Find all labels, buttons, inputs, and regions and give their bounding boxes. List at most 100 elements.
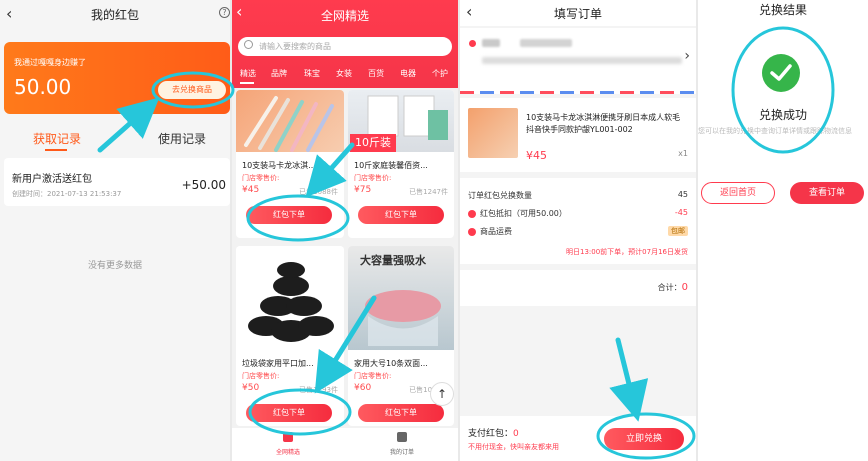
red-packet-panel: ‹ 我的红包 ? 我通过嘎嘎身边赚了 50.00 去兑换商品 获取记录 使用记录…: [0, 0, 230, 461]
tab-personal-care[interactable]: 个护: [432, 68, 448, 79]
tab-jewelry[interactable]: 珠宝: [304, 68, 320, 79]
price-label: 门店零售价:: [354, 372, 392, 380]
search-placeholder: 请输入要搜索的商品: [259, 42, 331, 51]
chevron-right-icon: ›: [684, 48, 690, 64]
shipping-note: 明日13:00前下单，预计07月16日发货: [566, 248, 688, 256]
tab-indicator: [45, 149, 67, 151]
page-title: 兑换结果: [758, 3, 807, 17]
nav-featured[interactable]: 全网精选: [258, 432, 318, 456]
record-tabs: 获取记录 使用记录: [0, 126, 230, 152]
page-title: 全网精选: [320, 9, 369, 23]
search-input[interactable]: 请输入要搜索的商品: [238, 37, 452, 56]
summary-row: 红包抵扣（可用50.00） -45: [468, 208, 688, 219]
product-name: 家用大号10条双面...: [354, 359, 428, 368]
price-label: 门店零售价:: [354, 174, 392, 182]
sold-count: 已售1088件: [299, 188, 338, 196]
checkout-bar: 支付红包：0 不用付现金，快叫亲友都来用 立即兑换: [460, 416, 696, 461]
summary-label: 商品运费: [480, 227, 512, 236]
product-list-panel: ‹ 全网精选 请输入要搜索的商品 精选 品牌 珠宝 女装 百货 电器 个护 10…: [232, 0, 458, 461]
summary-label: 红包抵扣（可用50.00）: [480, 209, 567, 218]
product-name: 10支装马卡龙冰淇淋便携牙刷日本成人软毛抖音快手同款护龈YL001-002: [526, 113, 681, 134]
checkmark-icon: [762, 54, 800, 92]
redeem-goods-button[interactable]: 去兑换商品: [158, 81, 226, 99]
pay-label: 支付红包：: [468, 429, 514, 439]
summary-label: 订单红包兑换数量: [468, 191, 532, 200]
total-label: 合计：: [657, 283, 682, 292]
address-block[interactable]: ›: [460, 28, 696, 92]
pay-amount: 支付红包：0: [468, 426, 519, 439]
summary-value: 45: [677, 190, 688, 199]
tab-usage-records[interactable]: 使用记录: [158, 130, 206, 147]
blurred-address: [482, 57, 682, 64]
free-shipping-badge: 包邮: [668, 226, 688, 236]
back-home-button[interactable]: 返回首页: [701, 182, 775, 204]
pay-note: 不用付现金，快叫亲友都来用: [468, 443, 559, 451]
nav-label: 全网精选: [275, 449, 300, 456]
search-icon: [244, 40, 253, 49]
product-thumbnail: [468, 108, 518, 158]
banner-text: 大容量强吸水: [360, 254, 426, 267]
product-price: ¥45: [526, 149, 547, 162]
bottom-nav: 全网精选 我的订单: [232, 428, 458, 461]
balance-card: 我通过嘎嘎身边赚了 50.00: [4, 42, 230, 114]
product-price: ¥45: [242, 185, 260, 195]
tab-womenswear[interactable]: 女装: [336, 68, 352, 79]
scroll-to-top-button[interactable]: ↑: [430, 382, 454, 406]
toothbrush-image: [236, 90, 344, 152]
category-tabs: 精选 品牌 珠宝 女装 百货 电器 个护: [232, 68, 458, 84]
no-more-data: 没有更多数据: [87, 261, 142, 271]
tab-general-goods[interactable]: 百货: [368, 68, 384, 79]
badge-10-jin: 10斤装: [350, 134, 396, 152]
tab-appliances[interactable]: 电器: [400, 68, 416, 79]
red-packet-order-button[interactable]: 红包下单: [358, 206, 444, 224]
sold-count: 已售1293件: [299, 386, 338, 394]
product-price: ¥75: [354, 185, 372, 195]
total-value: 0: [681, 282, 688, 293]
view-order-button[interactable]: 查看订单: [790, 182, 864, 204]
hint-text: 您可以在我的兑换中查询订单详情或跟踪物流信息: [698, 127, 852, 135]
blurred-phone: [520, 39, 572, 47]
tab-brand[interactable]: 品牌: [271, 68, 287, 79]
airmail-stripe: [460, 91, 696, 94]
trash-bag-image: [236, 246, 344, 350]
redeem-result-panel: 兑换结果 兑换成功 您可以在我的兑换中查询订单详情或跟踪物流信息 返回首页 查看…: [698, 0, 868, 461]
red-packet-order-button[interactable]: 红包下单: [246, 404, 332, 422]
price-label: 门店零售价:: [242, 174, 280, 182]
product-name: 垃圾袋家用平口加...: [242, 359, 314, 368]
record-date: 创建时间：2021-07-13 21:53:37: [12, 190, 122, 198]
product-name: 10支装马卡龙冰淇...: [242, 161, 316, 170]
nav-my-orders[interactable]: 我的订单: [372, 432, 432, 456]
total-text: 合计：0: [658, 282, 688, 293]
page-title: 填写订单: [553, 7, 602, 21]
tab-featured[interactable]: 精选: [240, 68, 256, 79]
product-price: ¥60: [354, 383, 372, 393]
order-summary: 订单红包兑换数量 45 红包抵扣（可用50.00） -45 商品运费 包邮 明日…: [460, 178, 696, 264]
shop-icon: [283, 432, 293, 442]
order-total: 合计：0: [460, 270, 696, 306]
product-card[interactable]: 垃圾袋家用平口加... 门店零售价: ¥50 已售1293件 红包下单: [236, 246, 344, 426]
order-icon: [397, 432, 407, 442]
red-packet-icon: [468, 209, 476, 218]
red-packet-order-button[interactable]: 红包下单: [358, 404, 444, 422]
product-card[interactable]: 10支装马卡龙冰淇... 门店零售价: ¥45 已售1088件 红包下单: [236, 90, 344, 238]
redeem-now-button[interactable]: 立即兑换: [604, 428, 684, 450]
order-form-panel: ‹ 填写订单 › 10支装马卡龙冰淇淋便携牙刷日本成人软毛抖音快手同款护龈YL0…: [460, 0, 696, 461]
list-item[interactable]: 新用户激活送红包 创建时间：2021-07-13 21:53:37 +50.00: [4, 158, 230, 206]
tab-indicator: [240, 82, 254, 84]
question-circle-icon[interactable]: ?: [219, 7, 230, 18]
record-title: 新用户激活送红包: [12, 174, 92, 185]
nav-bar: ‹ 我的红包 ?: [0, 0, 230, 28]
tab-get-records[interactable]: 获取记录: [33, 130, 81, 147]
location-pin-icon: [469, 40, 476, 47]
product-price: ¥50: [242, 383, 260, 393]
balance-subtitle: 我通过嘎嘎身边赚了: [14, 58, 86, 67]
success-text: 兑换成功: [758, 108, 807, 122]
page-title: 我的红包: [90, 8, 139, 22]
blurred-name: [482, 39, 500, 47]
product-card[interactable]: 10斤装 10斤家庭装馨佰资... 门店零售价: ¥75 已售1247件 红包下…: [348, 90, 454, 238]
summary-row: 订单红包兑换数量 45: [468, 190, 688, 201]
record-value: +50.00: [181, 178, 226, 192]
nav-bar: ‹ 填写订单: [460, 0, 696, 26]
red-packet-order-button[interactable]: 红包下单: [246, 206, 332, 224]
header: ‹ 全网精选 请输入要搜索的商品 精选 品牌 珠宝 女装 百货 电器 个护: [232, 0, 458, 88]
